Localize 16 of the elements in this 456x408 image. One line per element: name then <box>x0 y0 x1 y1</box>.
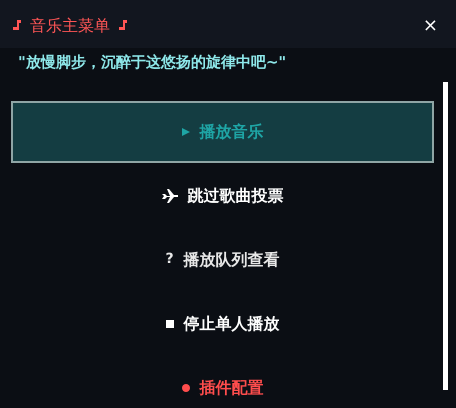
menu-item[interactable]: 停止单人播放 <box>11 292 434 354</box>
play-icon <box>182 128 190 136</box>
airplane-icon <box>162 188 178 202</box>
scrollbar[interactable] <box>443 82 448 390</box>
menu-item[interactable]: 播放音乐 <box>11 100 434 162</box>
music-note-icon <box>12 20 22 32</box>
music-note-icon <box>118 20 128 32</box>
dot-icon <box>182 384 190 392</box>
window-title: 音乐主菜单 <box>30 15 110 37</box>
menu-item[interactable]: ? 播放队列查看 <box>11 228 434 290</box>
menu-item[interactable]: 跳过歌曲投票 <box>11 164 434 226</box>
question-mark-icon: ? <box>165 249 174 270</box>
menu-item[interactable]: 插件配置 <box>11 356 434 408</box>
close-button[interactable]: × <box>422 17 438 35</box>
stop-icon <box>166 320 174 328</box>
subtitle: "放慢脚步，沉醉于这悠扬的旋律中吧~" <box>17 52 288 73</box>
